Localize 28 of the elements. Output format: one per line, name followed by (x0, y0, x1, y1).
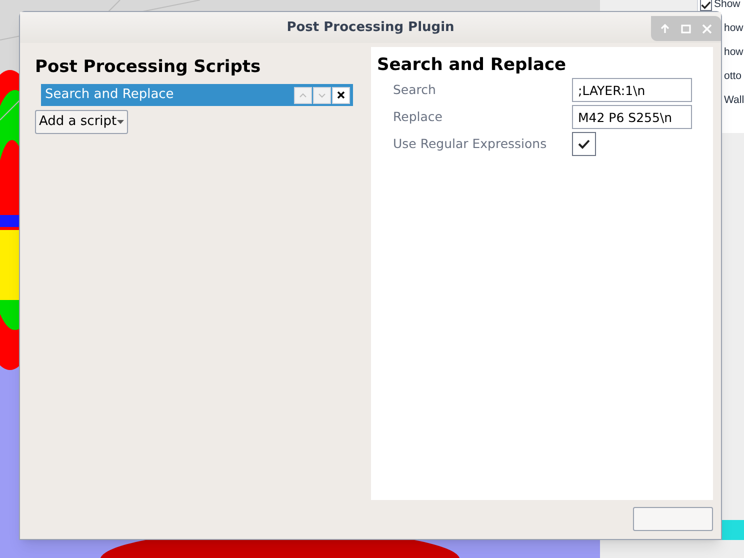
check-icon (578, 139, 590, 150)
close-icon[interactable] (702, 24, 712, 34)
move-up-button[interactable] (294, 86, 312, 104)
section-heading: Search and Replace (377, 54, 568, 77)
option-label: how (724, 21, 744, 36)
close-icon (337, 91, 345, 100)
check-icon (701, 0, 711, 10)
chevron-down-icon (318, 92, 326, 98)
field-label: Search (393, 80, 437, 99)
option-label: otto (724, 69, 742, 84)
add-script-button[interactable]: Add a script (35, 110, 128, 134)
section-heading: Post Processing Scripts (35, 56, 262, 79)
caret-icon (116, 120, 124, 124)
remove-button[interactable] (332, 86, 350, 104)
field-label: Use Regular Expressions (393, 134, 548, 153)
script-list-item[interactable]: Search and Replace (41, 84, 353, 106)
text-field[interactable]: M42 P6 S255\n (572, 105, 692, 130)
checkbox[interactable] (572, 132, 596, 156)
text-field[interactable]: ;LAYER:1\n (572, 78, 692, 102)
chevron-up-icon (299, 92, 307, 98)
maximize-icon[interactable] (680, 24, 691, 34)
window-title: Post Processing Plugin (286, 18, 454, 37)
field-label: Replace (393, 108, 444, 126)
checkbox[interactable] (700, 0, 712, 11)
option-label: Wall (724, 93, 744, 108)
up-arrow-icon[interactable] (660, 24, 670, 34)
option-label: how (724, 45, 744, 60)
dialog-button[interactable] (633, 507, 713, 532)
